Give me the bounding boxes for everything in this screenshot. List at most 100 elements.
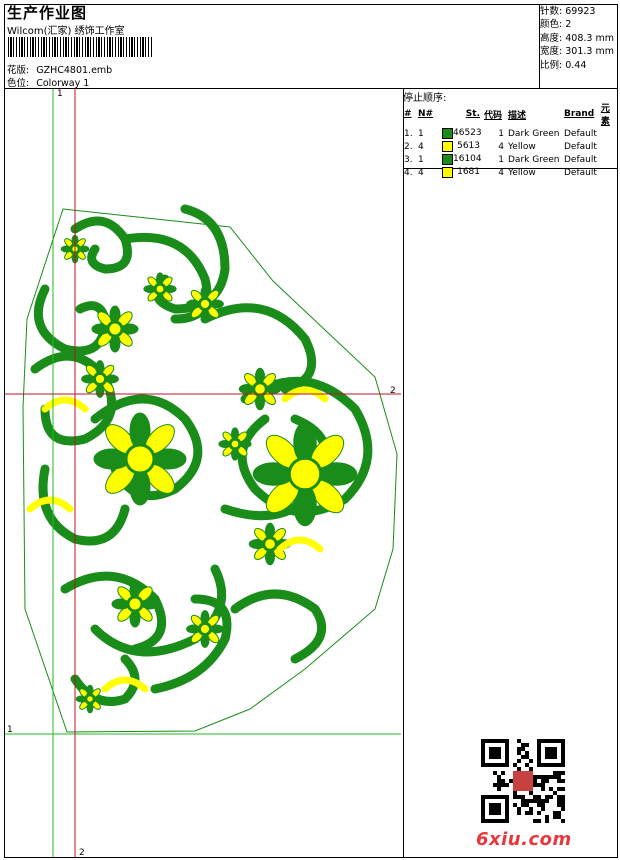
qr-module [529,759,533,763]
qr-module [541,739,545,743]
qr-module [481,763,485,767]
qr-module [481,803,485,807]
qr-module [561,743,565,747]
embroidery-design-preview [5,89,401,857]
stop-needle: 1 [418,154,424,165]
stop-index: 3. [404,154,413,165]
qr-module [517,739,521,743]
stop-needle: 4 [418,167,424,178]
qr-module [529,767,533,771]
qr-module [545,795,549,799]
qr-module [537,803,541,807]
qr-module [481,751,485,755]
qr-module [517,807,521,811]
flower-center [124,443,156,475]
flower-center [106,320,124,338]
color-swatch [442,167,453,178]
qr-module [497,779,501,783]
qr-module [489,763,493,767]
col-description: 描述 [508,110,527,121]
stat-scale: 比例: 0.44 [540,59,587,71]
qr-module [525,803,529,807]
col-index: # [404,109,412,119]
stop-row: 1. 1 46523 1 Dark Green Default [402,127,620,140]
qr-module [493,811,497,815]
col-stitches: St. [465,109,480,119]
qr-module [489,803,493,807]
qr-module [529,807,533,811]
studio-name: Wilcom(汇家) 绣饰工作室 [7,26,125,37]
qr-module [497,807,501,811]
qr-module [521,743,525,747]
qr-module [481,807,485,811]
sheet-title: 生产作业图 [7,4,88,22]
stat-height: 高度: 408.3 mm [540,32,614,44]
qr-module [561,755,565,759]
qr-module [481,799,485,803]
qr-module [561,747,565,751]
qr-module [481,811,485,815]
flower-center [92,371,108,387]
qr-module [513,803,517,807]
stop-brand: Default [564,141,597,152]
qr-module [493,807,497,811]
qr-module [505,811,509,815]
qr-module [489,751,493,755]
flower-center [252,381,268,397]
qr-module [493,783,497,787]
stop-needle: 4 [418,141,424,152]
qr-module [481,759,485,763]
design-stats: 针数: 69923 颜色: 2 高度: 408.3 mm 宽度: 301.3 m… [540,5,614,72]
qr-module [561,795,565,799]
qr-module [541,799,545,803]
qr-module [533,775,537,779]
stop-sequence-table: # N# St. 代码 描述 Brand 元素 1. 1 46523 1 Dark Gr… [402,101,620,179]
qr-module [513,791,517,795]
stop-stitches: 1681 [440,166,482,179]
qr-module [481,755,485,759]
flower-center [126,595,144,613]
stop-stitches: 16104 [440,153,482,166]
qr-module [557,811,561,815]
qr-module [553,815,557,819]
qr-module [553,791,557,795]
qr-module [489,739,493,743]
qr-module [497,783,501,787]
stop-code: 4 [498,141,504,152]
qr-module [541,807,545,811]
qr-module [525,799,529,803]
barcode [8,37,152,57]
stop-code: 4 [498,167,504,178]
qr-module [553,763,557,767]
qr-module [505,747,509,751]
col-brand: Brand [564,109,595,119]
qr-module [493,755,497,759]
stop-element [599,140,620,153]
qr-module [533,783,537,787]
stop-index: 1. [404,128,413,139]
qr-module [557,799,561,803]
qr-module [517,811,521,815]
qr-module [545,819,549,823]
qr-module [481,819,485,823]
qr-module [537,795,541,799]
qr-module [525,763,529,767]
qr-module [517,747,521,751]
stop-brand: Default [564,167,597,178]
qr-module [489,755,493,759]
yellow-accent [276,536,324,553]
qr-module [493,739,497,743]
qr-module [493,819,497,823]
qr-module [557,787,561,791]
qr-module [561,787,565,791]
stat-width: 宽度: 301.3 mm [540,46,614,58]
qr-module [561,803,565,807]
qr-module [505,815,509,819]
qr-module [489,819,493,823]
stop-description: Yellow [508,141,536,152]
flower-center [197,296,213,312]
qr-module [493,747,497,751]
qr-module [505,751,509,755]
pattern-row: 花版: GZHC4801.emb [7,62,112,76]
stop-index: 2. [404,141,413,152]
